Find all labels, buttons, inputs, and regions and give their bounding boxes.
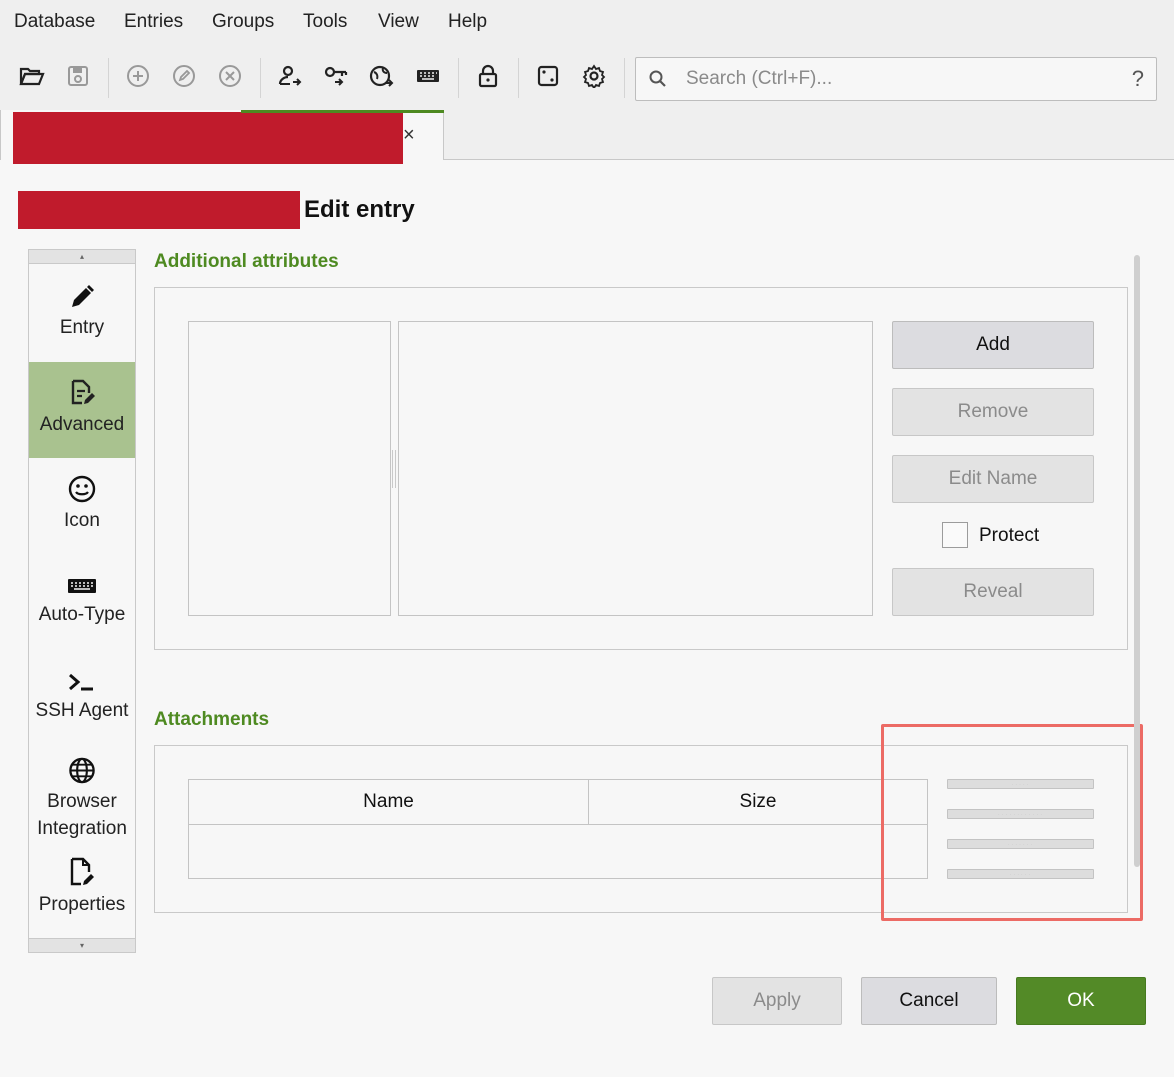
- file-edit-icon: [70, 857, 94, 886]
- sidebar-item-advanced[interactable]: Advanced: [29, 362, 135, 458]
- password-generator-icon[interactable]: [532, 60, 564, 92]
- sidebar-item-browser-integration[interactable]: Browser Integration: [29, 746, 135, 842]
- menu-bar: Database Entries Groups Tools View Help: [0, 0, 1174, 46]
- sidebar-item-label: Icon: [64, 510, 100, 531]
- sidebar-item-properties[interactable]: Properties: [29, 842, 135, 938]
- sidebar-item-label: Browser Integration: [37, 791, 127, 839]
- search-input[interactable]: Search (Ctrl+F)... ?: [635, 57, 1157, 101]
- smiley-icon: [68, 475, 96, 503]
- highlight-box: [881, 724, 1143, 921]
- copy-url-icon[interactable]: [366, 60, 398, 92]
- keyboard-icon: [68, 579, 96, 593]
- redacted-tab-title: [13, 112, 403, 164]
- terminal-icon: [69, 673, 93, 691]
- sidebar-item-icon[interactable]: Icon: [29, 458, 135, 554]
- save-database-icon[interactable]: [62, 60, 94, 92]
- ok-button[interactable]: OK: [1016, 977, 1146, 1025]
- menu-database[interactable]: Database: [14, 11, 95, 33]
- add-attribute-button[interactable]: Add: [892, 321, 1094, 369]
- document-edit-icon: [71, 379, 95, 405]
- additional-attributes-heading: Additional attributes: [154, 251, 339, 272]
- cancel-button[interactable]: Cancel: [861, 977, 997, 1025]
- category-sidebar: ▴ Entry Advanced Icon Auto-Type SSH Agen…: [28, 249, 136, 953]
- protect-checkbox[interactable]: [942, 522, 968, 548]
- search-help-icon[interactable]: ?: [1132, 66, 1144, 92]
- protect-label: Protect: [979, 525, 1040, 546]
- toolbar: Search (Ctrl+F)... ?: [0, 46, 1174, 110]
- sidebar-item-label: SSH Agent: [35, 700, 129, 721]
- database-tab-bar: ×: [0, 110, 1174, 164]
- sidebar-item-auto-type[interactable]: Auto-Type: [29, 554, 135, 650]
- scrollbar[interactable]: [1134, 255, 1140, 867]
- remove-attribute-button[interactable]: Remove: [892, 388, 1094, 436]
- column-header-name[interactable]: Name: [189, 780, 589, 825]
- sidebar-item-ssh-agent[interactable]: SSH Agent: [29, 650, 135, 746]
- sidebar-scroll-down[interactable]: ▾: [29, 938, 135, 952]
- database-tab[interactable]: ×: [0, 110, 444, 164]
- sidebar-scroll-up[interactable]: ▴: [29, 250, 135, 264]
- menu-groups[interactable]: Groups: [212, 11, 274, 33]
- menu-entries[interactable]: Entries: [124, 11, 183, 33]
- settings-icon[interactable]: [578, 60, 610, 92]
- column-header-size[interactable]: Size: [589, 780, 927, 825]
- menu-view[interactable]: View: [378, 11, 419, 33]
- attribute-value-editor[interactable]: [398, 321, 873, 616]
- active-tab-indicator: [241, 110, 444, 113]
- page-title: Edit entry: [304, 196, 415, 223]
- add-entry-icon[interactable]: [122, 60, 154, 92]
- open-database-icon[interactable]: [16, 60, 48, 92]
- sidebar-item-label: Properties: [38, 894, 126, 915]
- lock-database-icon[interactable]: [472, 60, 504, 92]
- splitter-handle[interactable]: [392, 450, 396, 488]
- redacted-entry-path: [18, 191, 300, 229]
- attachments-heading: Attachments: [154, 709, 270, 730]
- close-tab-icon[interactable]: ×: [403, 124, 415, 147]
- copy-password-icon[interactable]: [320, 60, 352, 92]
- sidebar-item-entry[interactable]: Entry: [29, 265, 135, 362]
- perform-autotype-icon[interactable]: [412, 60, 444, 92]
- search-icon: [649, 70, 666, 87]
- reveal-button[interactable]: Reveal: [892, 568, 1094, 616]
- sidebar-item-label: Advanced: [39, 414, 125, 435]
- menu-tools[interactable]: Tools: [303, 11, 347, 33]
- pencil-icon: [72, 285, 94, 307]
- sidebar-item-label: Entry: [59, 317, 105, 338]
- attribute-name-list[interactable]: [188, 321, 391, 616]
- search-placeholder: Search (Ctrl+F)...: [686, 68, 833, 89]
- globe-icon: [69, 757, 95, 784]
- edit-entry-icon[interactable]: [168, 60, 200, 92]
- sidebar-item-label: Auto-Type: [38, 604, 126, 625]
- copy-username-icon[interactable]: [274, 60, 306, 92]
- attachments-table[interactable]: Name Size: [188, 779, 928, 879]
- menu-help[interactable]: Help: [448, 11, 487, 33]
- edit-name-button[interactable]: Edit Name: [892, 455, 1094, 503]
- delete-entry-icon[interactable]: [214, 60, 246, 92]
- apply-button[interactable]: Apply: [712, 977, 842, 1025]
